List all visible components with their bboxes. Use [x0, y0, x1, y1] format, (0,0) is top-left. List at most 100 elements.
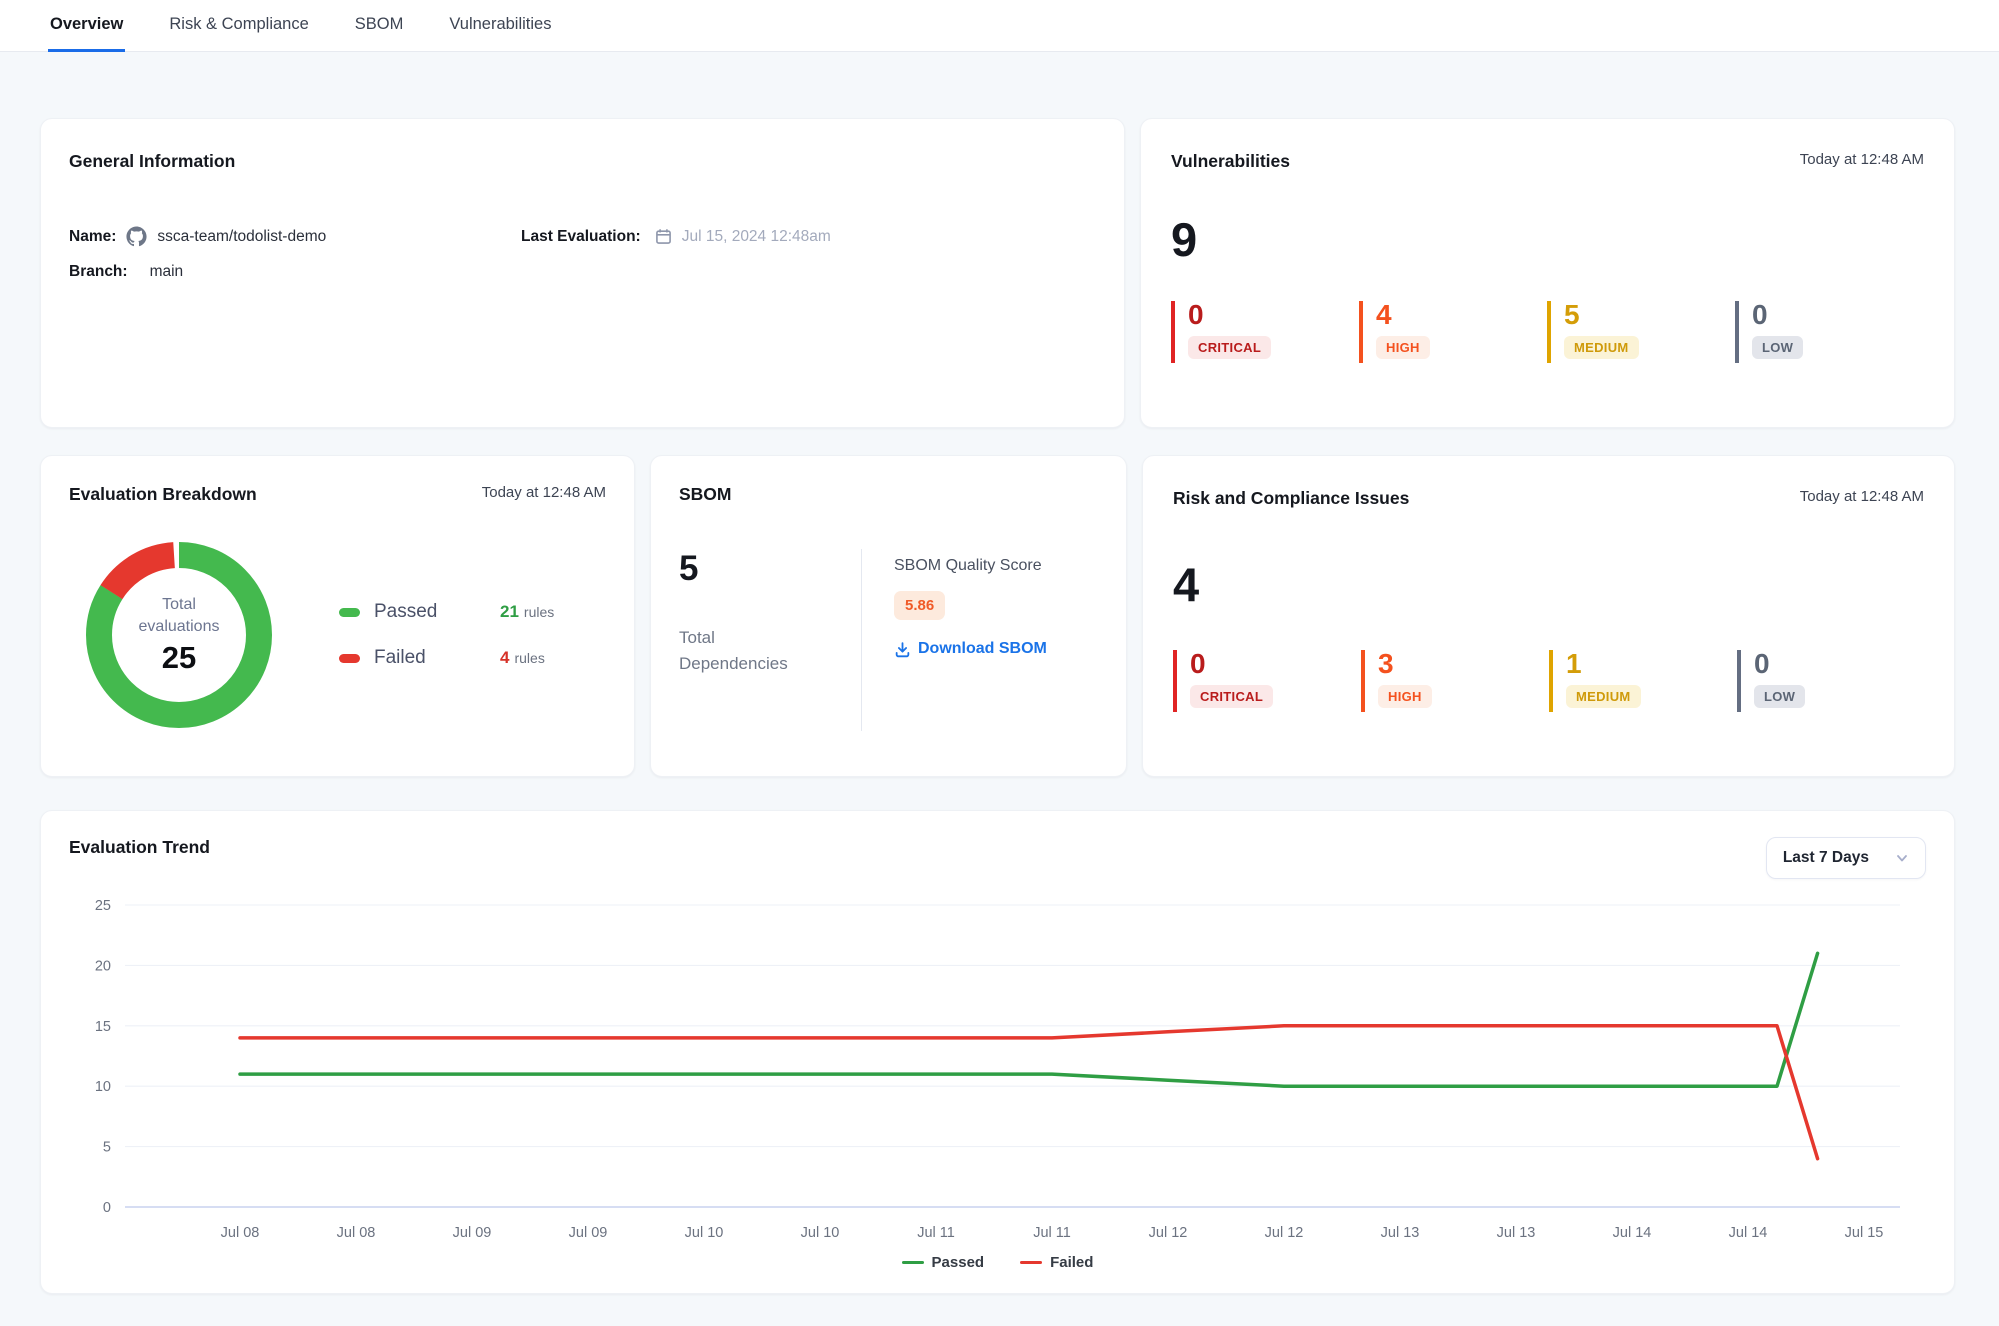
sbom-total-dependencies-value: 5	[679, 549, 861, 589]
donut-center-value: 25	[162, 640, 196, 676]
passed-label: Passed	[374, 601, 474, 623]
vulnerabilities-card: Vulnerabilities Today at 12:48 AM 9 0 CR…	[1140, 118, 1955, 428]
passed-unit: rules	[524, 604, 554, 620]
evaluation-trend-chart: 0510152025Jul 08Jul 08Jul 09Jul 09Jul 10…	[69, 893, 1926, 1250]
evaluation-breakdown-card: Evaluation Breakdown Today at 12:48 AM T…	[40, 455, 635, 777]
risk-compliance-card: Risk and Compliance Issues Today at 12:4…	[1142, 455, 1955, 777]
svg-text:20: 20	[95, 958, 111, 974]
download-sbom-link[interactable]: Download SBOM	[894, 640, 1047, 658]
vuln-high-badge: HIGH	[1376, 336, 1430, 359]
trend-legend-failed: Failed	[1020, 1254, 1093, 1271]
vulnerabilities-total: 9	[1171, 216, 1924, 263]
evaluation-breakdown-title: Evaluation Breakdown	[69, 484, 257, 505]
vuln-severity-low: 0 LOW	[1735, 301, 1891, 363]
trend-svg: 0510152025Jul 08Jul 08Jul 09Jul 09Jul 10…	[69, 893, 1914, 1245]
svg-text:0: 0	[103, 1200, 111, 1216]
risk-severity-low: 0 LOW	[1737, 650, 1893, 712]
tab-overview[interactable]: Overview	[48, 0, 125, 52]
vulnerabilities-timestamp: Today at 12:48 AM	[1800, 151, 1924, 168]
svg-text:Jul 14: Jul 14	[1729, 1225, 1768, 1241]
legend-row-failed: Failed 4 rules	[339, 647, 554, 669]
svg-text:Jul 12: Jul 12	[1265, 1225, 1304, 1241]
svg-text:Jul 08: Jul 08	[221, 1225, 260, 1241]
risk-high-badge: HIGH	[1378, 685, 1432, 708]
vuln-medium-badge: MEDIUM	[1564, 336, 1639, 359]
risk-medium-count: 1	[1566, 650, 1705, 678]
risk-critical-badge: CRITICAL	[1190, 685, 1273, 708]
svg-text:Jul 14: Jul 14	[1613, 1225, 1652, 1241]
risk-high-count: 3	[1378, 650, 1517, 678]
vuln-critical-count: 0	[1188, 301, 1327, 329]
tab-bar: Overview Risk & Compliance SBOM Vulnerab…	[0, 0, 1999, 52]
vuln-severity-high: 4 HIGH	[1359, 301, 1515, 363]
repo-name-field: Name: ssca-team/todolist-demo	[69, 226, 521, 247]
vuln-severity-medium: 5 MEDIUM	[1547, 301, 1703, 363]
svg-text:15: 15	[95, 1019, 111, 1035]
trend-legend: Passed Failed	[69, 1254, 1926, 1277]
tab-sbom[interactable]: SBOM	[353, 0, 406, 52]
risk-severity-high: 3 HIGH	[1361, 650, 1517, 712]
sbom-quality-score-value: 5.86	[894, 591, 945, 620]
risk-severity-medium: 1 MEDIUM	[1549, 650, 1705, 712]
tab-risk-compliance-label: Risk & Compliance	[169, 15, 308, 34]
passed-line-icon	[902, 1261, 924, 1265]
failed-line-icon	[1020, 1261, 1042, 1265]
sbom-title: SBOM	[679, 484, 1098, 505]
failed-count: 4	[500, 648, 509, 668]
repo-name-value: ssca-team/todolist-demo	[157, 228, 326, 246]
evaluation-breakdown-timestamp: Today at 12:48 AM	[482, 484, 606, 501]
svg-text:Jul 10: Jul 10	[685, 1225, 724, 1241]
last-evaluation-field: Last Evaluation: Jul 15, 2024 12:48am	[521, 226, 1096, 247]
branch-field: Branch: main	[69, 263, 1096, 281]
general-information-title: General Information	[69, 151, 1096, 172]
chevron-down-icon	[1895, 851, 1909, 865]
risk-compliance-total: 4	[1173, 561, 1924, 608]
vuln-low-badge: LOW	[1752, 336, 1803, 359]
evaluations-donut-chart: Total evaluations 25	[75, 531, 283, 739]
download-icon	[894, 641, 911, 658]
tab-vulnerabilities-label: Vulnerabilities	[449, 15, 551, 34]
tab-risk-compliance[interactable]: Risk & Compliance	[167, 0, 310, 52]
svg-text:Jul 08: Jul 08	[337, 1225, 376, 1241]
svg-text:Jul 15: Jul 15	[1845, 1225, 1884, 1241]
download-sbom-label: Download SBOM	[918, 640, 1047, 658]
sbom-quality-score-label: SBOM Quality Score	[894, 557, 1047, 575]
svg-text:Jul 13: Jul 13	[1497, 1225, 1536, 1241]
branch-label: Branch:	[69, 263, 128, 281]
name-label: Name:	[69, 228, 116, 246]
sbom-card: SBOM 5 Total Dependencies SBOM Quality S…	[650, 455, 1127, 777]
svg-text:Jul 09: Jul 09	[453, 1225, 492, 1241]
page-body: General Information Name: ssca-team/todo…	[0, 52, 1999, 1310]
vulnerabilities-title: Vulnerabilities	[1171, 151, 1290, 172]
evaluation-trend-title: Evaluation Trend	[69, 837, 210, 858]
svg-text:25: 25	[95, 898, 111, 914]
legend-row-passed: Passed 21 rules	[339, 601, 554, 623]
svg-text:10: 10	[95, 1079, 111, 1095]
tab-vulnerabilities[interactable]: Vulnerabilities	[447, 0, 553, 52]
vuln-severity-critical: 0 CRITICAL	[1171, 301, 1327, 363]
general-information-card: General Information Name: ssca-team/todo…	[40, 118, 1125, 428]
date-range-value: Last 7 Days	[1783, 849, 1869, 867]
last-evaluation-value: Jul 15, 2024 12:48am	[682, 228, 831, 246]
vuln-high-count: 4	[1376, 301, 1515, 329]
evaluation-trend-card: Evaluation Trend Last 7 Days 0510152025J…	[40, 810, 1955, 1294]
last-evaluation-label: Last Evaluation:	[521, 228, 641, 246]
svg-text:Jul 11: Jul 11	[1033, 1225, 1071, 1241]
failed-label: Failed	[374, 647, 474, 669]
risk-low-count: 0	[1754, 650, 1893, 678]
branch-value: main	[150, 263, 184, 281]
failed-unit: rules	[514, 650, 544, 666]
risk-compliance-timestamp: Today at 12:48 AM	[1800, 488, 1924, 505]
date-range-dropdown[interactable]: Last 7 Days	[1766, 837, 1926, 879]
calendar-icon	[655, 228, 672, 245]
passed-pill-icon	[339, 608, 360, 617]
vuln-low-count: 0	[1752, 301, 1891, 329]
svg-text:Jul 12: Jul 12	[1149, 1225, 1188, 1241]
svg-text:Jul 09: Jul 09	[569, 1225, 608, 1241]
donut-center-label: Total evaluations	[124, 594, 234, 637]
tab-sbom-label: SBOM	[355, 15, 404, 34]
risk-severity-critical: 0 CRITICAL	[1173, 650, 1329, 712]
failed-pill-icon	[339, 654, 360, 663]
sbom-total-dependencies-label: Total Dependencies	[679, 625, 799, 676]
vuln-critical-badge: CRITICAL	[1188, 336, 1271, 359]
